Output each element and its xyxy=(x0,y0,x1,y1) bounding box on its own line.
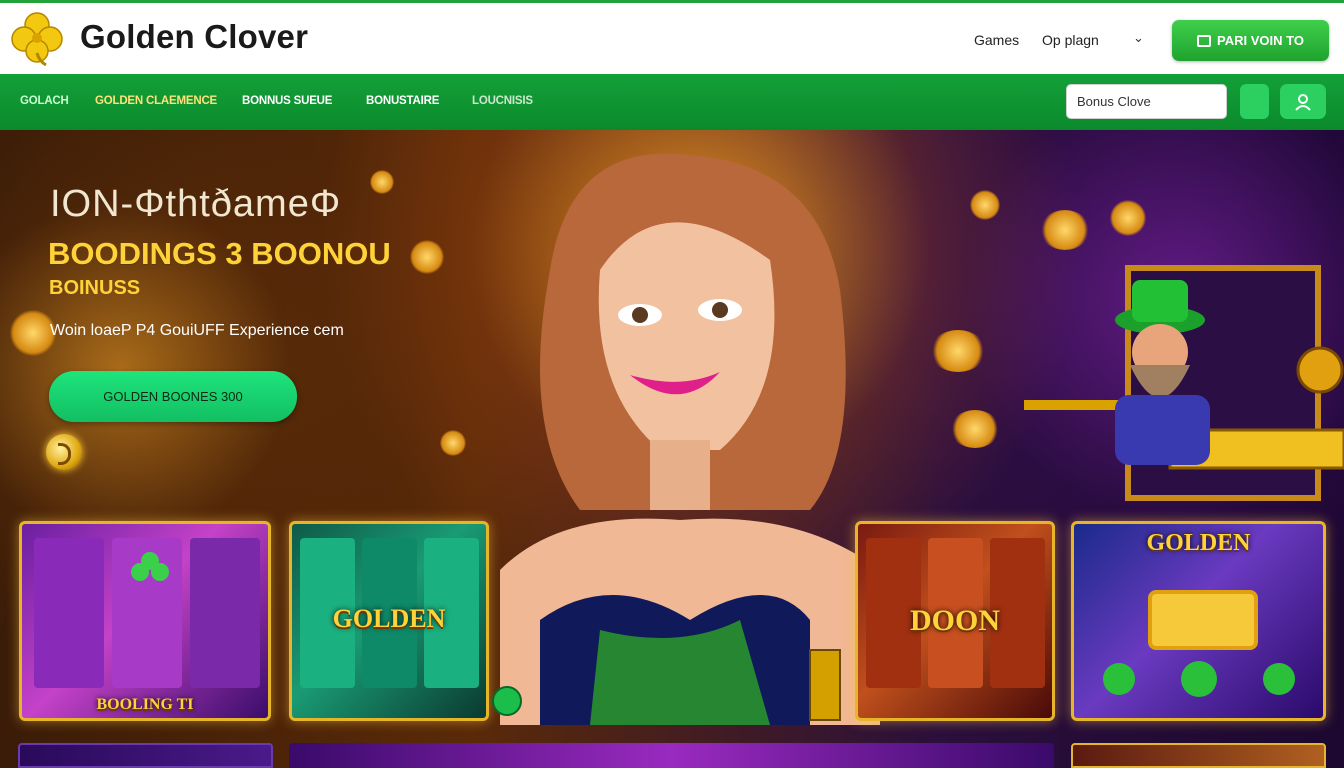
game-tile[interactable]: GOLDEN xyxy=(1071,521,1326,721)
coin-sparkle xyxy=(1110,200,1146,236)
game-tile[interactable]: DOON xyxy=(855,521,1055,721)
coin-sparkle xyxy=(440,430,466,456)
user-icon xyxy=(1295,93,1311,111)
brand-name[interactable]: Golden Clover xyxy=(80,18,308,56)
hero-subheadline: BOODINGS 3 BOONOU xyxy=(48,236,391,271)
game-tile[interactable]: BOOLING TI xyxy=(19,521,271,721)
casino-home-page: Golden Clover Games Op plagn ⌄ PARI VOIN… xyxy=(0,0,1344,768)
hero-cta-button[interactable]: GOLDEN BOONES 300 xyxy=(49,371,297,422)
hero-description: Woin loaeP P4 GouiUFF Experience cem xyxy=(50,322,344,339)
menu-item-1[interactable]: GOLACH xyxy=(20,95,69,107)
nav-link-games[interactable]: Games xyxy=(974,32,1019,48)
coin-sparkle xyxy=(970,190,1000,220)
hero-tagline: BOINUSS xyxy=(49,277,141,299)
menu-item-3[interactable]: BONNUS SUEUE xyxy=(242,95,332,107)
slot-reel xyxy=(190,538,260,688)
play-icon[interactable] xyxy=(492,686,522,716)
clover-icon xyxy=(1103,661,1295,697)
jackpot-panel xyxy=(1148,590,1258,650)
coin-sparkle xyxy=(410,240,444,274)
coin-sparkle xyxy=(1040,210,1090,250)
user-account-button[interactable] xyxy=(1280,84,1326,119)
menu-item-5[interactable]: LOUCNISIS xyxy=(472,95,533,107)
game-tile-row-2[interactable] xyxy=(18,743,273,768)
hostess-illustration xyxy=(500,153,880,725)
game-title: GOLDEN xyxy=(1146,530,1251,556)
chevron-down-icon[interactable]: ⌄ xyxy=(1133,30,1144,46)
menu-toggle-button[interactable] xyxy=(1240,84,1269,119)
header-cta-button[interactable]: PARI VOIN TO xyxy=(1172,20,1329,61)
menu-item-4[interactable]: BONUSTAIRE xyxy=(366,95,439,107)
slot-reel xyxy=(34,538,104,688)
coin-sparkle xyxy=(930,330,986,372)
game-tile-row-2[interactable] xyxy=(1071,743,1326,768)
header-cta-label: PARI VOIN TO xyxy=(1217,33,1304,48)
top-header: Golden Clover Games Op plagn ⌄ PARI VOIN… xyxy=(0,0,1344,74)
game-title: GOLDEN xyxy=(332,604,446,633)
nav-link-plugin[interactable]: Op plagn xyxy=(1042,32,1099,48)
coin-sparkle xyxy=(370,170,394,194)
leprechaun-illustration xyxy=(1024,265,1344,501)
game-title: DOON xyxy=(910,604,1000,637)
menu-item-2[interactable]: GOLDEN CLAEMENCE xyxy=(95,95,217,107)
search-input[interactable] xyxy=(1066,84,1227,119)
wallet-icon xyxy=(1197,34,1212,47)
hero-headline: ION-ΦthtðameΦ xyxy=(50,183,342,225)
clover-logo-icon[interactable] xyxy=(8,9,66,67)
game-tile[interactable]: GOLDEN xyxy=(289,521,489,721)
game-tile-row-2[interactable] xyxy=(289,743,1054,768)
clover-icon xyxy=(131,552,169,581)
coin-sparkle xyxy=(950,410,1000,448)
game-title: BOOLING TI xyxy=(96,696,194,713)
gold-coin-icon xyxy=(46,434,82,470)
